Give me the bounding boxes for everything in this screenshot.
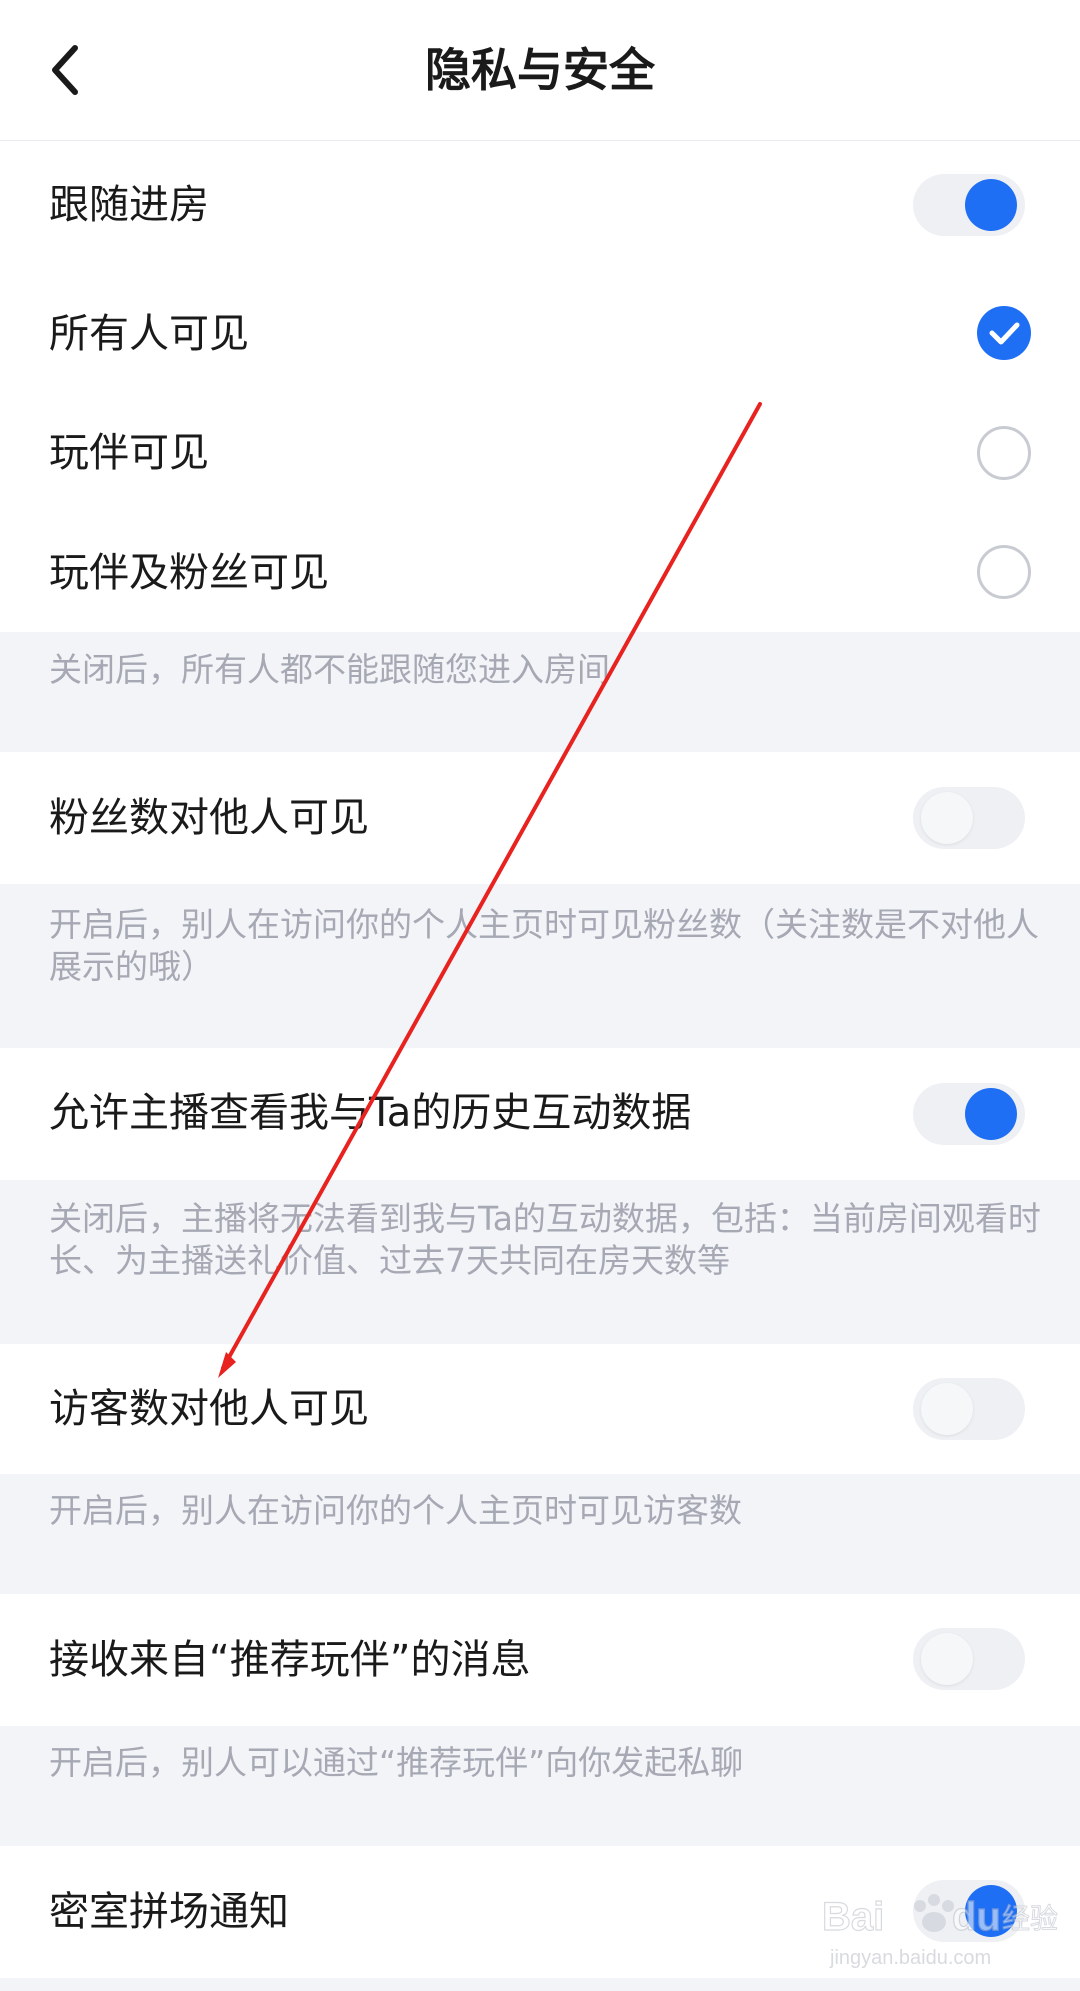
visitors-visible-note-section: 开启后，别人在访问你的个人主页时可见访客数 [0,1474,1080,1594]
toggle-knob [965,179,1017,231]
follow-room-row: 跟随进房 [0,142,1080,268]
follow-room-options: 所有人可见 玩伴可见 玩伴及粉丝可见 [0,268,1080,670]
fans-visible-note: 开启后，别人在访问你的个人主页时可见粉丝数（关注数是不对他人展示的哦） [49,905,1039,986]
visitors-visible-note: 开启后，别人在访问你的个人主页时可见访客数 [49,1491,742,1530]
toggle-knob [921,1383,973,1435]
escape-room-label: 密室拼场通知 [49,1889,289,1935]
baidu-watermark: Bai du 经验 jingyan.baidu.com [821,1878,1062,1978]
recommend-msgs-note: 开启后，别人可以通过“推荐玩伴”向你发起私聊 [49,1743,744,1782]
recommend-msgs-note-section: 开启后，别人可以通过“推荐玩伴”向你发起私聊 [0,1726,1080,1846]
baidu-paw-logo-icon: Bai du 经验 jingyan.baidu.com [821,1894,1059,1969]
fans-visible-label: 粉丝数对他人可见 [49,795,369,841]
svg-text:du: du [952,1895,1001,1939]
recommend-msgs-row: 接收来自“推荐玩伴”的消息 [0,1594,1080,1726]
nav-header: 隐私与安全 [0,0,1080,141]
follow-room-toggle[interactable] [913,174,1025,236]
option-playmates-fans-label: 玩伴及粉丝可见 [49,550,329,596]
option-everyone-label: 所有人可见 [49,311,249,357]
follow-room-label: 跟随进房 [49,182,209,228]
visitors-visible-toggle[interactable] [913,1378,1025,1440]
checkmark-icon [989,322,1020,345]
bottom-section-edge [0,1978,1080,1991]
privacy-security-page: 隐私与安全 跟随进房 所有人可见 玩伴可见 玩伴及粉丝可见 关闭后，所有人都不能… [0,0,1080,1991]
option-playmates-label: 玩伴可见 [49,430,209,476]
option-everyone-radio[interactable] [977,306,1031,360]
svg-text:经验: 经验 [1002,1902,1058,1935]
toggle-knob [965,1088,1017,1140]
interaction-data-row: 允许主播查看我与Ta的历史互动数据 [0,1048,1080,1180]
svg-text:Bai: Bai [822,1895,884,1939]
fans-visible-note-section: 开启后，别人在访问你的个人主页时可见粉丝数（关注数是不对他人展示的哦） [0,884,1080,1048]
interaction-data-note-section: 关闭后，主播将无法看到我与Ta的互动数据，包括：当前房间观看时长、为主播送礼价值… [0,1180,1080,1344]
option-playmates-radio[interactable] [977,426,1031,480]
follow-room-note-section: 关闭后，所有人都不能跟随您进入房间 [0,632,1080,752]
interaction-data-label: 允许主播查看我与Ta的历史互动数据 [49,1090,692,1136]
visitors-visible-label: 访客数对他人可见 [49,1386,369,1432]
recommend-msgs-toggle[interactable] [913,1628,1025,1690]
toggle-knob [921,792,973,844]
interaction-data-toggle[interactable] [913,1083,1025,1145]
page-title: 隐私与安全 [425,43,655,97]
follow-room-note: 关闭后，所有人都不能跟随您进入房间 [49,650,610,689]
interaction-data-note: 关闭后，主播将无法看到我与Ta的互动数据，包括：当前房间观看时长、为主播送礼价值… [49,1199,1041,1280]
option-playmates-fans-radio[interactable] [977,545,1031,599]
fans-visible-toggle[interactable] [913,787,1025,849]
fans-visible-row: 粉丝数对他人可见 [0,752,1080,884]
recommend-msgs-label: 接收来自“推荐玩伴”的消息 [49,1637,531,1683]
toggle-knob [921,1633,973,1685]
visitors-visible-row: 访客数对他人可见 [0,1344,1080,1474]
watermark-url: jingyan.baidu.com [829,1947,991,1969]
